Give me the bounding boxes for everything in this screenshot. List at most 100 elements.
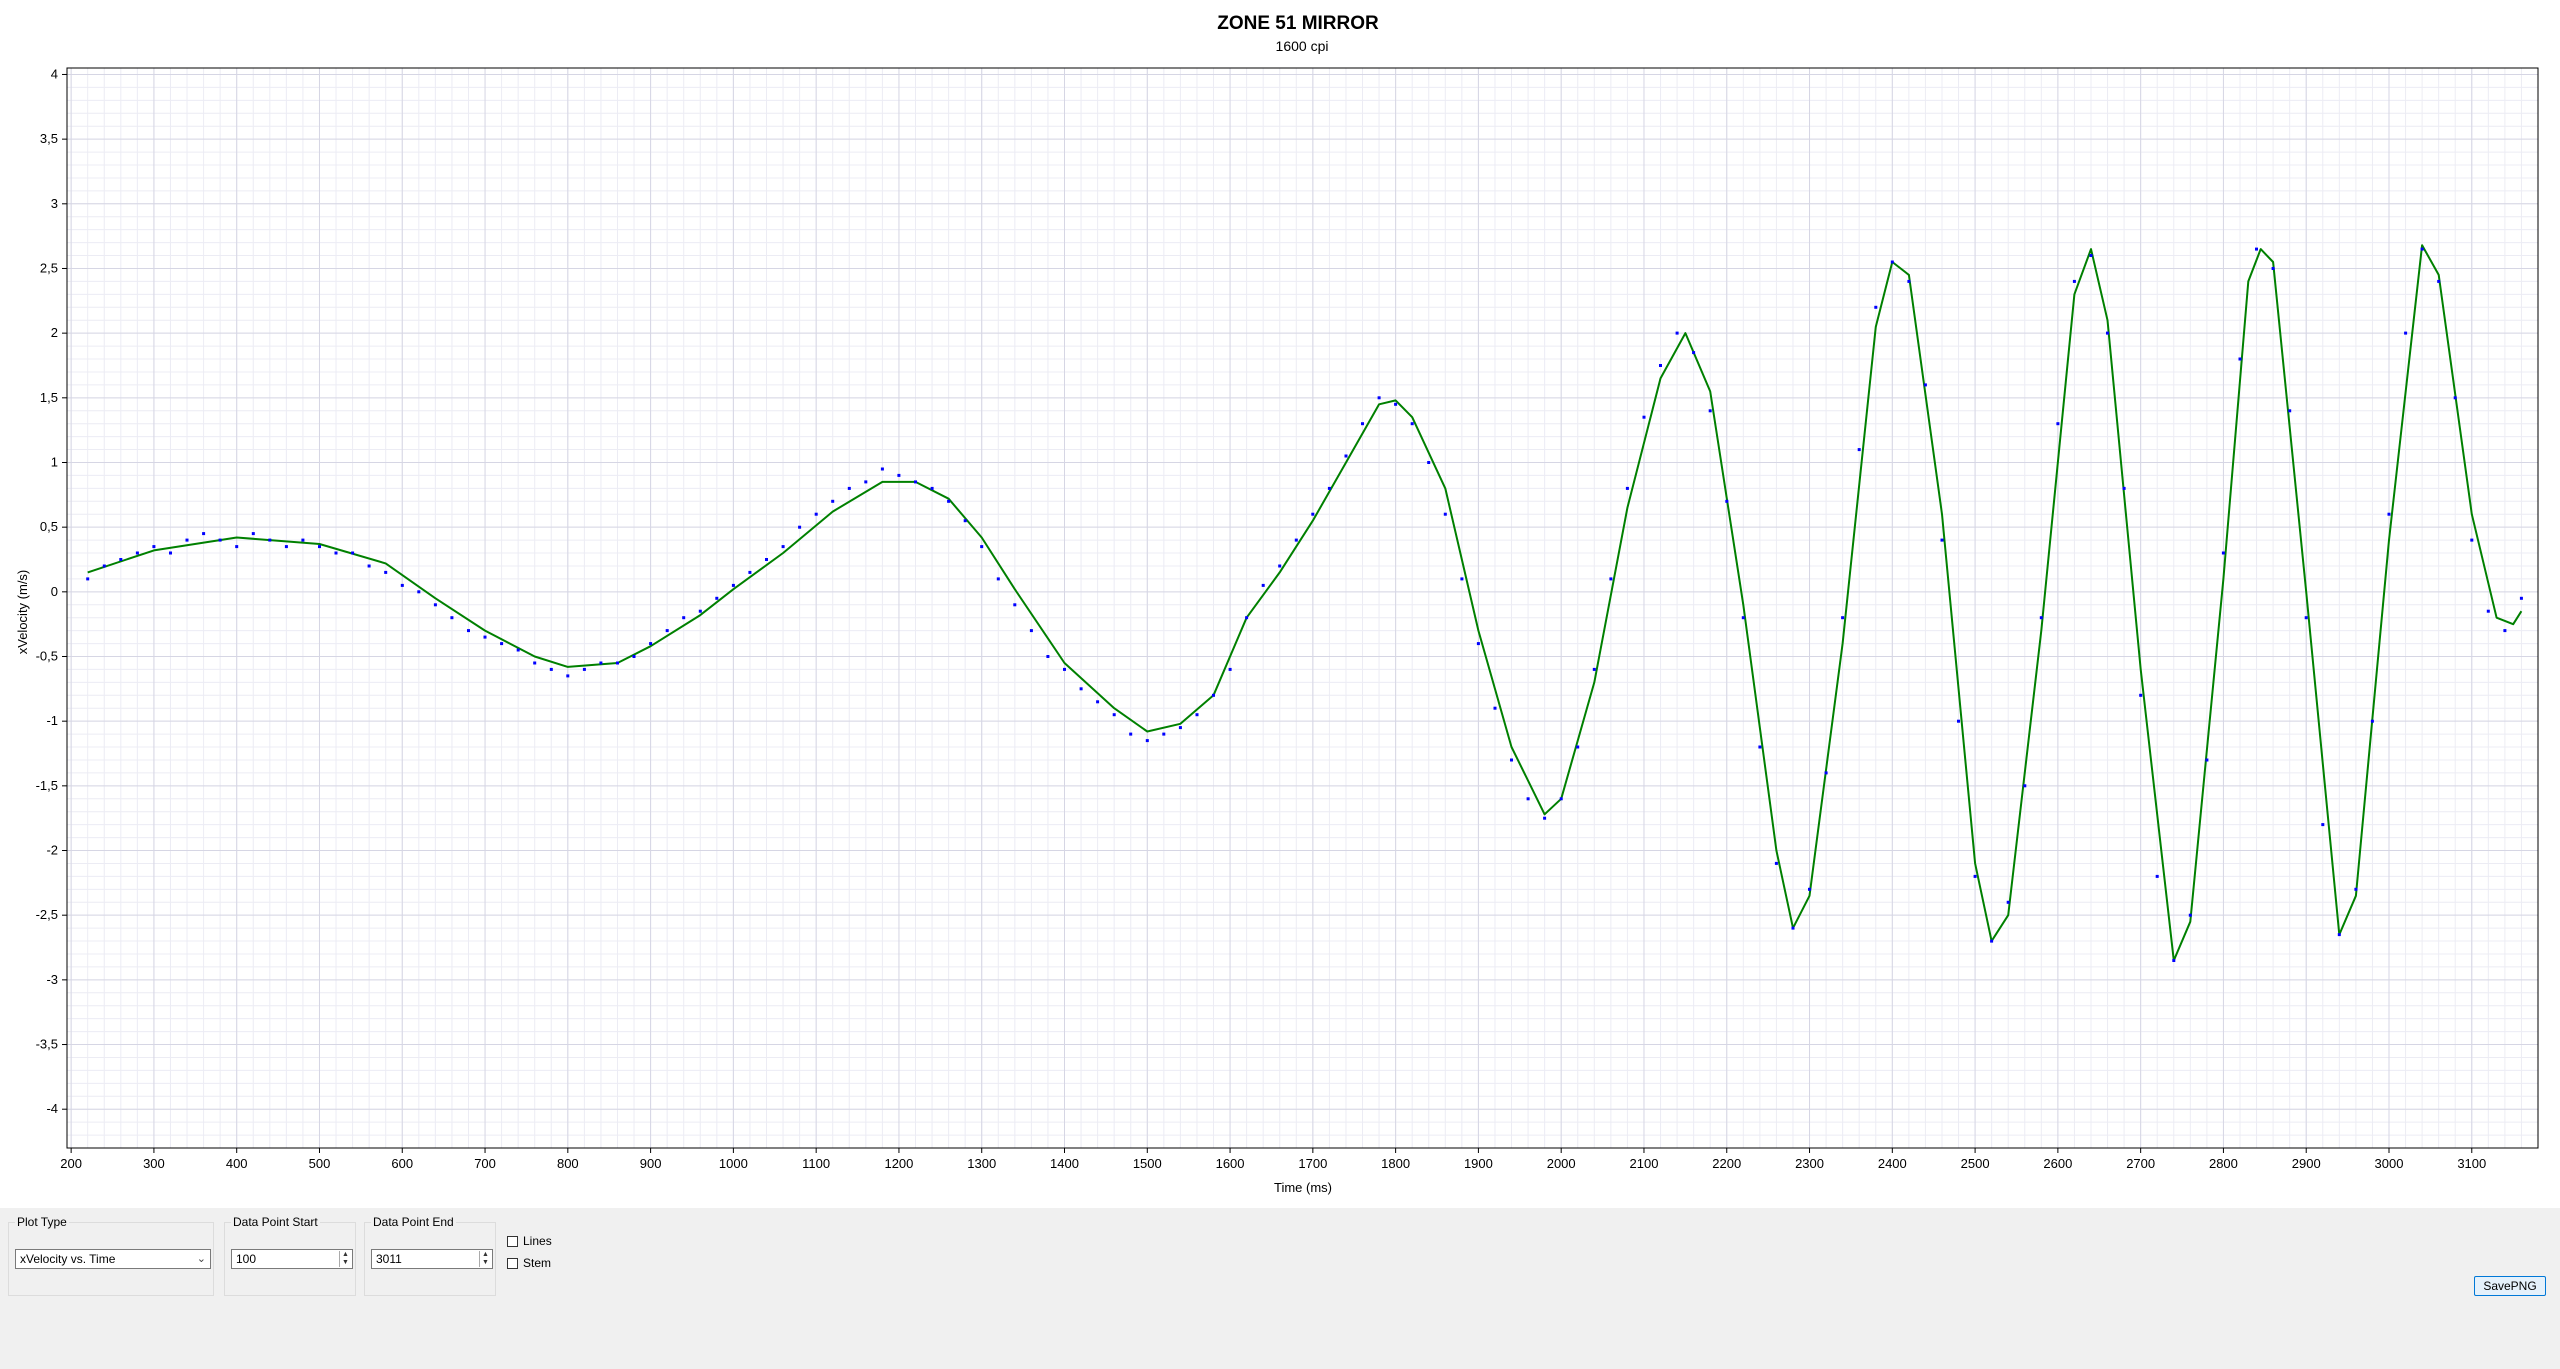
data-point [1029, 629, 1033, 633]
data-point [2420, 247, 2424, 251]
x-tick-label: 3100 [2457, 1156, 2486, 1171]
stem-checkbox-row[interactable]: Stem [507, 1256, 551, 1270]
data-point [169, 551, 172, 555]
lines-checkbox-row[interactable]: Lines [507, 1234, 552, 1248]
grid-minor [67, 68, 2539, 1149]
data-point [301, 538, 305, 542]
data-point [632, 655, 636, 658]
x-tick-label: 2700 [2126, 1156, 2155, 1171]
spin-up-icon[interactable]: ▲ [480, 1251, 491, 1259]
data-point [2255, 247, 2258, 251]
plot-type-value: xVelocity vs. Time [20, 1252, 116, 1266]
data-point [284, 545, 288, 549]
data-point [798, 525, 802, 529]
x-tick-label: 200 [60, 1156, 82, 1171]
data-point [1857, 448, 1861, 452]
data-point [996, 577, 1000, 581]
data-point [1311, 512, 1315, 516]
data-point [947, 499, 951, 503]
data-point [384, 570, 388, 574]
data-point [2288, 409, 2292, 413]
data-point [880, 467, 884, 471]
x-tick-label: 1300 [967, 1156, 996, 1171]
data-point-end-stepper[interactable]: ▲ ▼ [479, 1251, 491, 1267]
spin-down-icon[interactable]: ▼ [480, 1259, 491, 1267]
data-point [2139, 693, 2143, 697]
data-point [1112, 713, 1116, 717]
x-tick-label: 2800 [2209, 1156, 2238, 1171]
y-tick-label: 4 [51, 66, 58, 81]
data-point [318, 545, 321, 549]
data-point [1245, 616, 1249, 620]
data-point [235, 545, 239, 549]
data-point [1841, 616, 1845, 620]
data-point [1129, 732, 1133, 736]
data-point-end-input[interactable]: 3011 ▲ ▼ [371, 1249, 493, 1269]
data-point [1692, 351, 1696, 355]
data-point [483, 635, 487, 639]
data-point [2039, 616, 2043, 620]
data-point [2023, 784, 2027, 788]
data-point-start-stepper[interactable]: ▲ ▼ [339, 1251, 351, 1267]
data-point [1741, 616, 1745, 620]
data-point [2437, 279, 2441, 283]
data-point [1576, 745, 1580, 749]
data-point [351, 551, 355, 555]
data-point [1046, 655, 1050, 658]
data-point [1443, 512, 1447, 516]
data-point [2387, 512, 2391, 516]
data-point [549, 667, 553, 671]
data-point [516, 648, 520, 652]
stem-checkbox[interactable] [507, 1257, 518, 1269]
data-point [1096, 700, 1100, 704]
spin-up-icon[interactable]: ▲ [340, 1251, 351, 1259]
data-point [2155, 874, 2159, 878]
data-point [2006, 900, 2010, 904]
data-point [1758, 745, 1762, 749]
data-point [185, 538, 189, 542]
save-png-button[interactable]: SavePNG [2474, 1276, 2546, 1296]
data-point [665, 629, 669, 633]
spin-down-icon[interactable]: ▼ [340, 1259, 351, 1267]
series-line [87, 244, 2523, 962]
data-point [864, 480, 868, 484]
data-point [963, 519, 967, 523]
data-point [467, 629, 470, 633]
data-point [1890, 260, 1894, 264]
data-point [400, 583, 404, 587]
data-point [1476, 642, 1480, 646]
data-point [1294, 538, 1298, 542]
control-panel: Plot Type xVelocity vs. Time ⌄ Data Poin… [0, 1208, 2560, 1369]
data-point [1178, 726, 1182, 730]
data-point [1526, 797, 1530, 801]
data-point [930, 486, 934, 490]
data-point [2486, 609, 2490, 613]
data-point-start-input[interactable]: 100 ▲ ▼ [231, 1249, 353, 1269]
data-point [831, 499, 835, 503]
y-tick-label: 2 [51, 325, 58, 340]
lines-label: Lines [523, 1234, 552, 1248]
data-point [1162, 732, 1166, 736]
data-point [649, 642, 653, 646]
data-point [1625, 486, 1629, 490]
data-point [2453, 396, 2457, 400]
y-tick-label: 3 [51, 196, 58, 211]
data-point [1824, 771, 1828, 775]
data-point [1410, 422, 1414, 426]
data-point [1394, 402, 1398, 406]
data-point [2089, 254, 2093, 257]
plot-type-select[interactable]: xVelocity vs. Time ⌄ [15, 1249, 211, 1269]
data-point [2519, 596, 2523, 600]
x-tick-label: 300 [143, 1156, 165, 1171]
x-tick-label: 3000 [2375, 1156, 2404, 1171]
data-point [1377, 396, 1381, 400]
data-point-end-value: 3011 [376, 1252, 402, 1266]
data-point [1957, 719, 1960, 723]
chart: ZONE 51 MIRROR 1600 cpi 200 300 400 500 600 7… [15, 13, 2539, 1195]
data-point [781, 545, 785, 549]
data-point [2221, 551, 2225, 555]
lines-checkbox[interactable] [507, 1235, 518, 1247]
data-point [599, 661, 603, 665]
data-point [914, 480, 917, 484]
x-tick-label: 1100 [802, 1156, 830, 1171]
